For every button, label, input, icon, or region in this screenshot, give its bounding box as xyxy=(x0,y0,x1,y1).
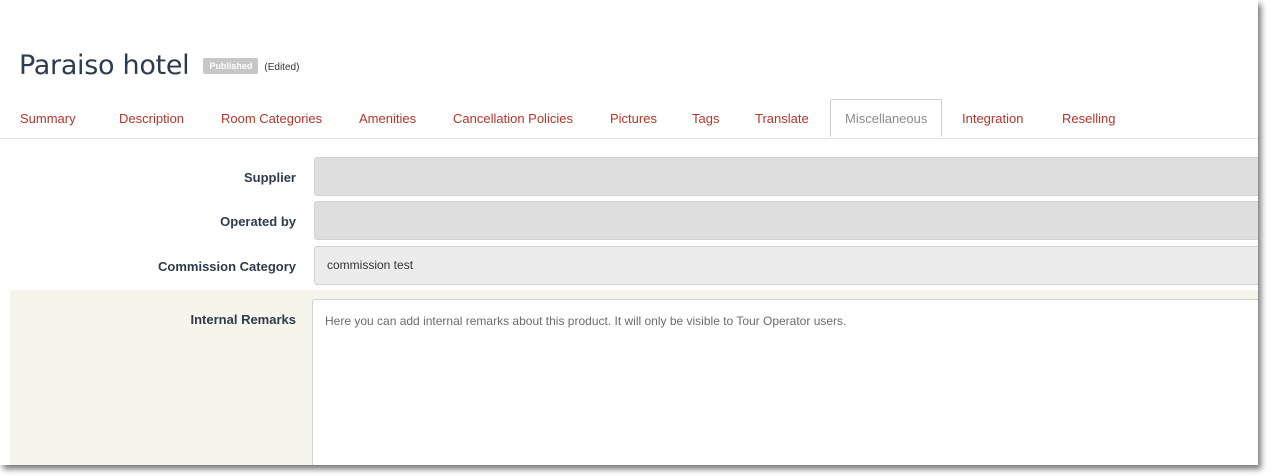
operated-by-label: Operated by xyxy=(220,214,296,229)
tab-bar: Summary Description Room Categories Amen… xyxy=(0,99,1258,139)
tab-cancellation-policies[interactable]: Cancellation Policies xyxy=(453,100,573,137)
edited-indicator: (Edited) xyxy=(264,62,300,73)
supplier-label: Supplier xyxy=(243,170,296,185)
internal-remarks-label: Internal Remarks xyxy=(190,312,297,327)
tab-amenities[interactable]: Amenities xyxy=(359,100,416,137)
tab-reselling[interactable]: Reselling xyxy=(1062,100,1115,137)
tab-tags[interactable]: Tags xyxy=(692,100,719,137)
title-row: Paraiso hotel Published (Edited) xyxy=(19,50,299,82)
commission-category-label: Commission Category xyxy=(158,259,296,274)
page-title: Paraiso hotel xyxy=(19,50,190,81)
tab-summary[interactable]: Summary xyxy=(20,100,76,137)
product-editor: Paraiso hotel Published (Edited) Summary… xyxy=(0,0,1258,465)
tab-pictures[interactable]: Pictures xyxy=(610,100,657,137)
tab-description[interactable]: Description xyxy=(119,100,184,137)
internal-remarks-textarea[interactable] xyxy=(312,299,1258,465)
tab-translate[interactable]: Translate xyxy=(755,100,809,137)
tab-room-categories[interactable]: Room Categories xyxy=(221,100,322,137)
tab-miscellaneous[interactable]: Miscellaneous xyxy=(830,99,943,137)
status-badge: Published xyxy=(203,58,259,74)
commission-category-select[interactable]: commission test xyxy=(314,246,1258,285)
operated-by-field[interactable] xyxy=(314,201,1258,240)
supplier-field[interactable] xyxy=(314,157,1258,196)
tab-integration[interactable]: Integration xyxy=(962,100,1023,137)
